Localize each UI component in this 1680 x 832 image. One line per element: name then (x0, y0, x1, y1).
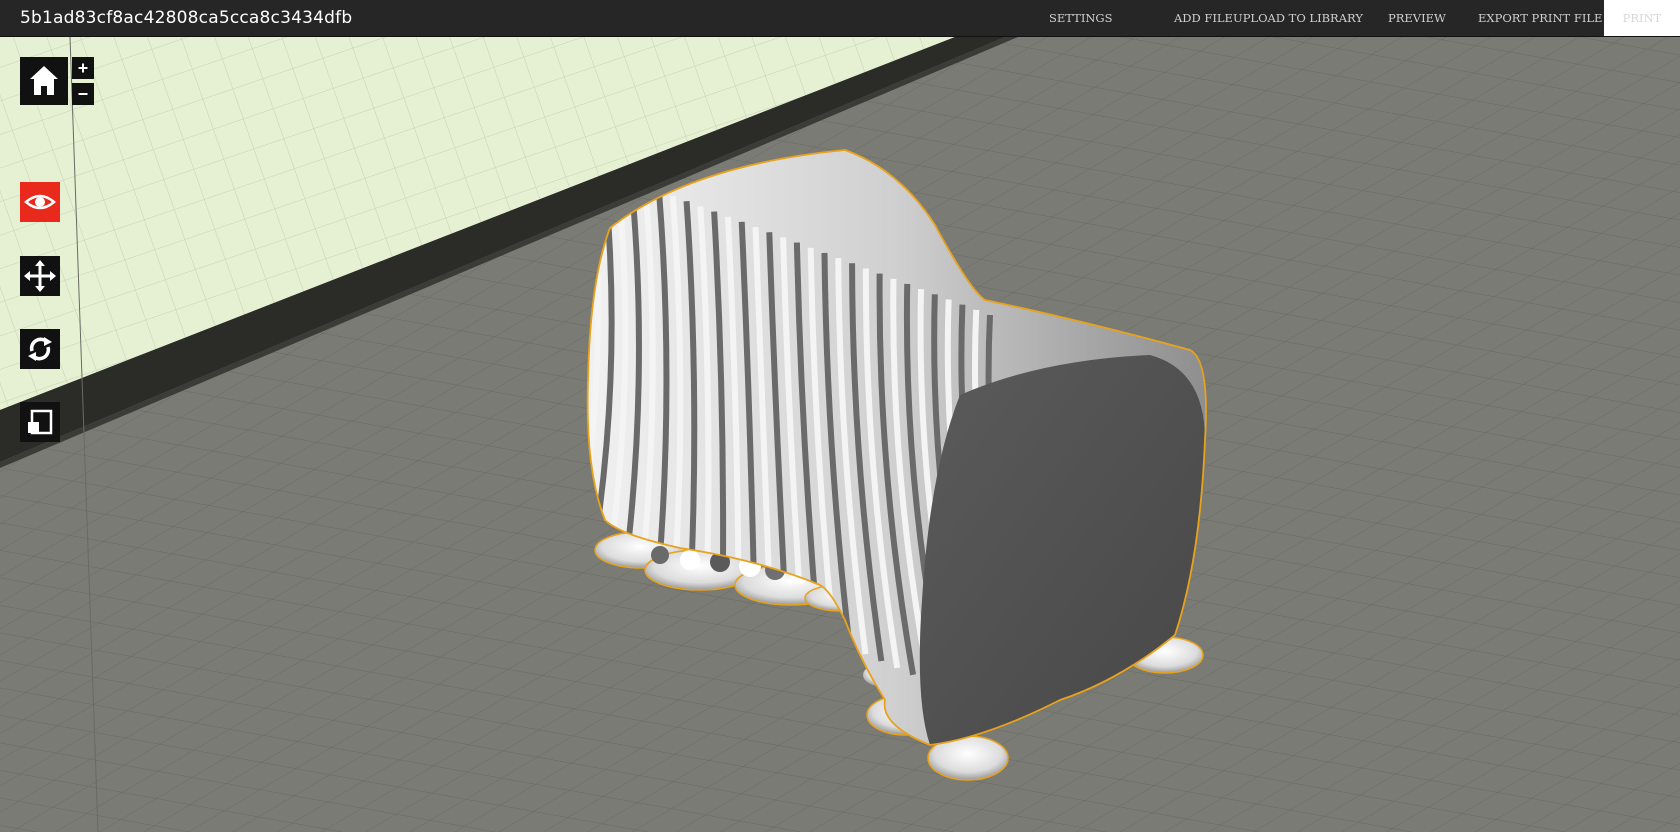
plus-icon (78, 63, 88, 73)
3d-viewport[interactable] (0, 37, 1680, 832)
zoom-out-button[interactable] (72, 83, 94, 105)
build-scene[interactable] (0, 37, 1680, 832)
move-tool-button[interactable] (20, 256, 60, 296)
rotate-tool-button[interactable] (20, 329, 60, 369)
minus-icon (78, 93, 88, 95)
rotate-icon (28, 337, 52, 361)
preview-button[interactable]: PREVIEW (1388, 0, 1446, 36)
home-icon (30, 66, 58, 95)
settings-button[interactable]: SETTINGS (1049, 0, 1113, 36)
move-arrows-icon (24, 260, 56, 292)
scale-icon (28, 409, 53, 435)
add-file-button[interactable]: ADD FILE (1174, 0, 1233, 36)
view-tool-button[interactable] (20, 182, 60, 222)
file-title: 5b1ad83cf8ac42808ca5cca8c3434dfb (20, 8, 353, 28)
scale-tool-button[interactable] (20, 402, 60, 442)
export-print-file-button[interactable]: EXPORT PRINT FILE (1478, 0, 1602, 36)
upload-to-library-button[interactable]: UPLOAD TO LIBRARY (1233, 0, 1363, 36)
zoom-in-button[interactable] (72, 57, 94, 79)
top-bar: 5b1ad83cf8ac42808ca5cca8c3434dfb SETTING… (0, 0, 1680, 37)
home-button[interactable] (20, 57, 68, 105)
eye-icon (24, 194, 56, 210)
print-button[interactable]: PRINT (1604, 0, 1680, 36)
